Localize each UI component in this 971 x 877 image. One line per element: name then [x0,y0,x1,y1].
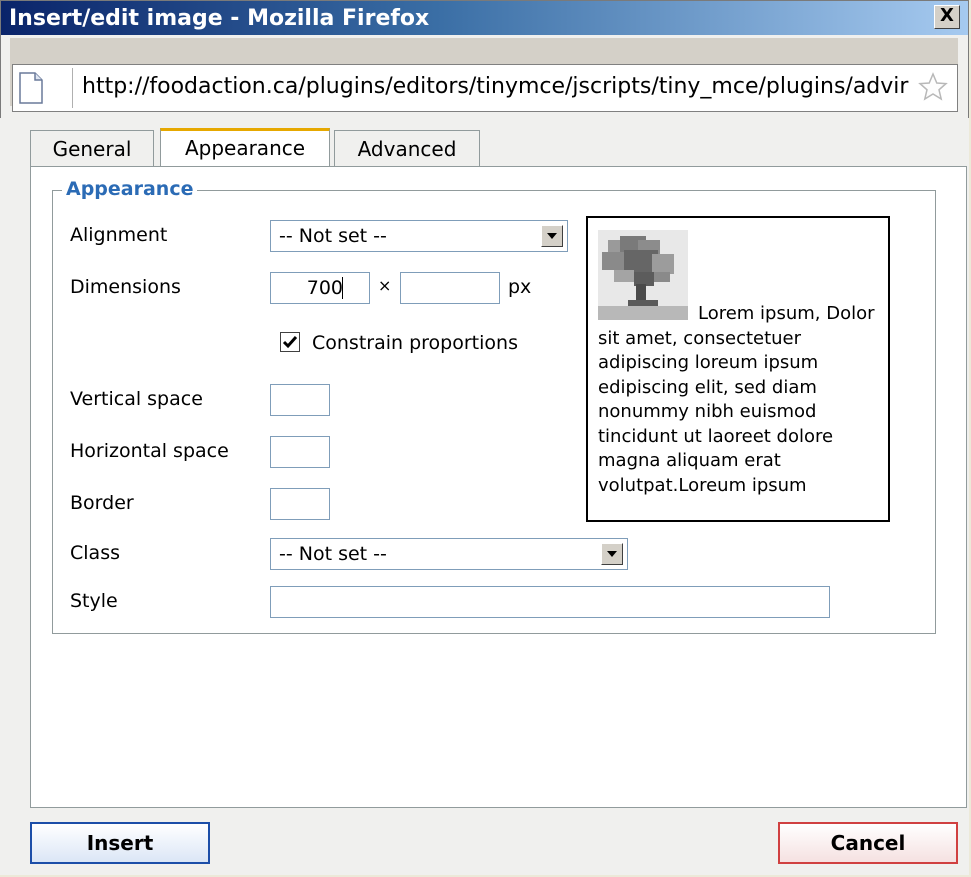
height-input[interactable] [400,272,500,304]
alignment-select[interactable]: -- Not set -- [270,220,568,252]
preview-text: Lorem ipsum, Dolor sit amet, consectetue… [598,303,875,496]
horizontal-space-input[interactable] [270,436,330,468]
constrain-label: Constrain proportions [312,332,518,354]
horizontal-space-label: Horizontal space [70,440,229,462]
dimensions-label: Dimensions [70,276,181,298]
alignment-value: -- Not set -- [279,225,387,247]
url-text[interactable]: http://foodaction.ca/plugins/editors/tin… [82,74,910,99]
checkmark-icon [282,336,298,349]
constrain-checkbox[interactable] [280,332,300,352]
cancel-button[interactable]: Cancel [778,822,958,864]
chevron-down-icon[interactable] [541,225,563,247]
tab-general[interactable]: General [30,130,154,166]
border-input[interactable] [270,488,330,520]
url-separator [72,68,73,108]
style-label: Style [70,590,118,612]
style-input[interactable] [270,586,830,618]
alignment-label: Alignment [70,224,168,246]
tab-appearance[interactable]: Appearance [160,128,330,166]
alignment-preview: Lorem ipsum, Dolor sit amet, consectetue… [586,216,890,522]
title-bar[interactable]: Insert/edit image - Mozilla Firefox X [1,1,968,35]
class-value: -- Not set -- [279,543,387,565]
border-label: Border [70,492,134,514]
class-label: Class [70,542,120,564]
page-icon [19,72,43,104]
width-input[interactable]: 700 [270,272,370,304]
dimensions-separator: × [378,276,392,295]
class-select[interactable]: -- Not set -- [270,538,628,570]
close-icon: X [940,5,954,26]
vertical-space-input[interactable] [270,384,330,416]
tab-advanced[interactable]: Advanced [334,130,480,166]
star-icon[interactable] [918,72,948,102]
fieldset-legend: Appearance [62,178,198,200]
close-button[interactable]: X [934,5,960,29]
chevron-down-icon[interactable] [601,543,623,565]
vertical-space-label: Vertical space [70,388,203,410]
dimensions-unit: px [508,276,532,298]
insert-button[interactable]: Insert [30,822,210,864]
text-cursor [342,277,343,299]
window-title: Insert/edit image - Mozilla Firefox [9,6,430,31]
